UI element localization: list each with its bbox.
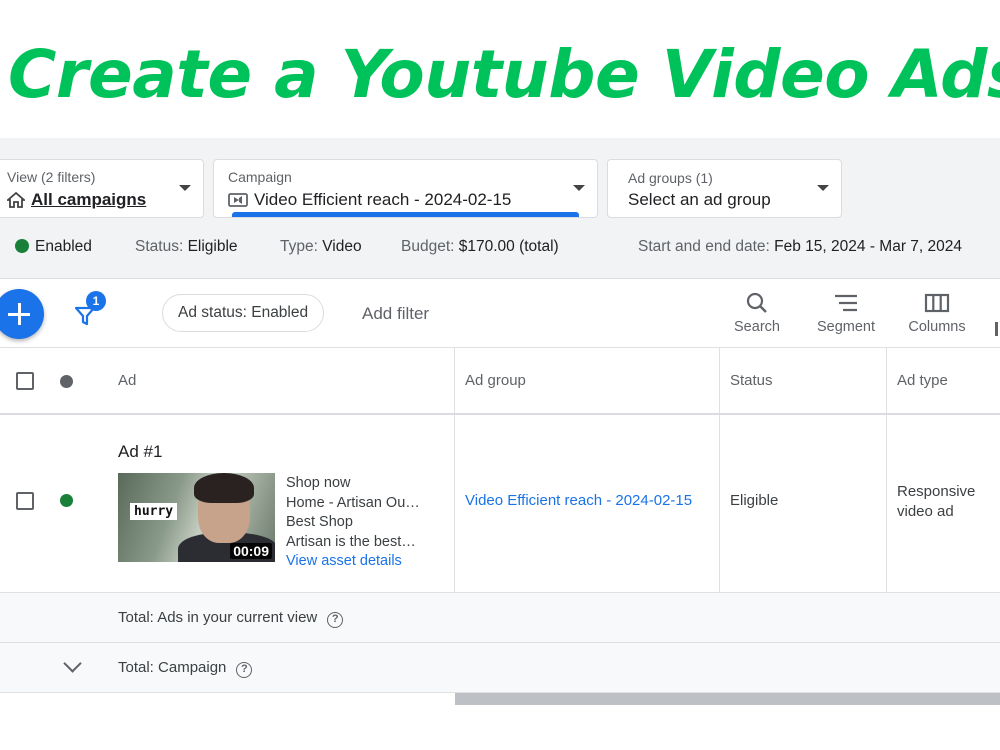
chevron-down-icon <box>573 185 585 191</box>
campaign-status-line: Enabled Status: Eligible Type: Video Bud… <box>0 238 1000 258</box>
ad-type-value: Responsive video ad <box>897 483 976 520</box>
budget-field: Budget: $170.00 (total) <box>401 238 559 255</box>
total-current-view-row: Total: Ads in your current view? <box>0 593 1000 643</box>
more-toolbar-icon[interactable] <box>995 322 998 336</box>
search-button[interactable]: Search <box>731 291 783 335</box>
search-label: Search <box>734 319 780 335</box>
status-dot-icon <box>15 239 29 253</box>
ad-groups-dropdown-value: Select an ad group <box>628 190 771 209</box>
home-icon <box>7 192 25 208</box>
status-field: Status: Eligible <box>135 238 238 255</box>
active-indicator <box>232 212 579 217</box>
table-header-row: Ad Ad group Status Ad type <box>0 348 1000 415</box>
video-duration: 00:09 <box>230 543 272 559</box>
ad-line: Shop now <box>286 475 351 491</box>
segment-button[interactable]: Segment <box>812 291 880 335</box>
total-current-view-label: Total: Ads in your current view <box>118 609 318 626</box>
ad-text-lines: Shop now Home - Artisan Ou… Best Shop Ar… <box>286 474 420 572</box>
header-ad[interactable]: Ad <box>118 372 136 389</box>
enabled-status-icon[interactable] <box>60 494 73 507</box>
filter-header: View (2 filters) All campaigns Campaign … <box>0 138 1000 278</box>
ad-groups-dropdown-label: Ad groups (1) <box>628 170 713 186</box>
enabled-status: Enabled <box>15 238 92 256</box>
add-filter-button[interactable]: Add filter <box>362 304 429 324</box>
view-asset-details-link[interactable]: View asset details <box>286 552 420 572</box>
help-icon[interactable]: ? <box>327 612 344 628</box>
headline-title: Create a Youtube Video Ads <box>8 36 1000 113</box>
select-all-checkbox[interactable] <box>16 372 34 390</box>
status-column-icon[interactable] <box>60 375 73 388</box>
type-field: Type: Video <box>280 238 362 255</box>
row-checkbox[interactable] <box>16 492 34 510</box>
header-ad-group[interactable]: Ad group <box>465 372 526 389</box>
columns-label: Columns <box>908 319 966 335</box>
google-ads-panel: View (2 filters) All campaigns Campaign … <box>0 138 1000 750</box>
help-icon[interactable]: ? <box>236 662 253 678</box>
ad-line: Home - Artisan Ou… <box>286 494 420 511</box>
chevron-down-icon <box>817 185 829 191</box>
table-toolbar: 1 Ad status: Enabled Add filter Search S… <box>0 278 1000 348</box>
ad-title: Ad #1 <box>118 442 163 461</box>
view-dropdown-label: View (2 filters) <box>7 169 96 185</box>
view-dropdown[interactable]: View (2 filters) All campaigns <box>0 159 204 218</box>
dates-field: Start and end date: Feb 15, 2024 - Mar 7… <box>638 238 963 255</box>
table-row: Ad #1 hurry 00:09 Shop now Home - Artisa… <box>0 416 1000 593</box>
total-campaign-row: Total: Campaign? <box>0 643 1000 693</box>
video-thumbnail[interactable]: hurry 00:09 <box>118 473 275 562</box>
ad-groups-dropdown[interactable]: Ad groups (1) Select an ad group <box>607 159 842 218</box>
campaign-dropdown[interactable]: Campaign Video Efficient reach - 2024-02… <box>213 159 598 218</box>
video-camera-icon <box>228 193 248 207</box>
segment-label: Segment <box>816 319 876 335</box>
thumbnail-caption: hurry <box>130 503 178 520</box>
status-value: Eligible <box>730 492 779 509</box>
header-ad-type[interactable]: Ad type <box>897 372 948 389</box>
ad-line: Best Shop <box>286 514 353 531</box>
ad-status-filter-chip[interactable]: Ad status: Enabled <box>162 294 325 332</box>
columns-button[interactable]: Columns <box>902 291 972 335</box>
horizontal-scrollbar[interactable] <box>455 693 1000 705</box>
chevron-down-icon[interactable] <box>63 654 82 673</box>
total-campaign-label: Total: Campaign <box>118 659 227 676</box>
search-icon <box>746 292 767 313</box>
campaign-dropdown-label: Campaign <box>228 169 292 185</box>
campaign-dropdown-value: Video Efficient reach - 2024-02-15 <box>254 190 512 209</box>
segment-icon <box>835 294 857 312</box>
header-status[interactable]: Status <box>730 372 773 389</box>
add-button[interactable] <box>0 289 44 339</box>
view-dropdown-value: All campaigns <box>31 190 147 209</box>
columns-icon <box>924 293 950 313</box>
filter-count-badge: 1 <box>86 291 106 311</box>
chevron-down-icon <box>179 185 191 191</box>
ad-line: Artisan is the best… <box>286 533 416 550</box>
ad-group-link[interactable]: Video Efficient reach - 2024-02-15 <box>465 492 692 509</box>
